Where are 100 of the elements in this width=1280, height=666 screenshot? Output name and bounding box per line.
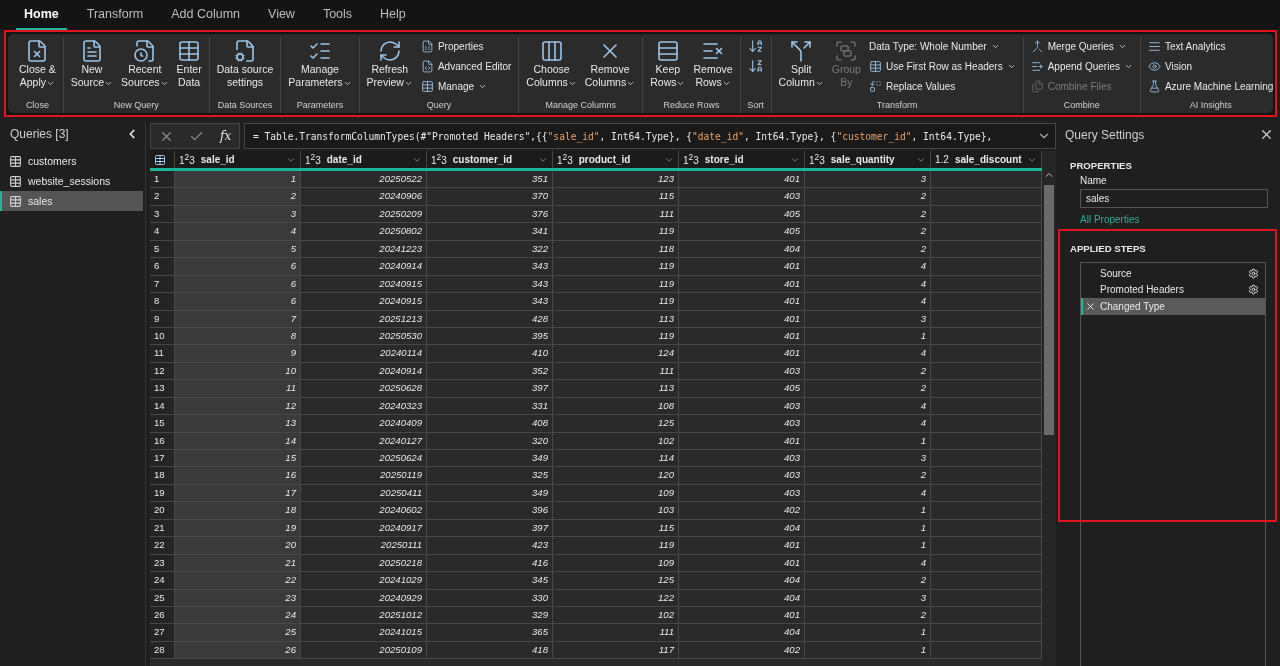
ribbon-button[interactable]: New Source [68, 37, 116, 91]
table-cell: 6 [175, 293, 301, 311]
ribbon-button[interactable]: Close & Apply [17, 37, 58, 91]
table-cell: 4 [805, 415, 931, 433]
ribbon-tab[interactable]: Add Column [163, 0, 249, 30]
ribbon-button[interactable]: Recent Sources [119, 37, 171, 91]
query-item[interactable]: customers [0, 151, 143, 171]
ribbon-button[interactable]: Merge Queries [1028, 37, 1135, 55]
fx-label[interactable]: fx [220, 129, 232, 143]
ribbon-button[interactable]: Manage [418, 77, 514, 95]
column-header[interactable]: 1$^{2}$3 sale_quantity [805, 151, 931, 168]
ribbon-button[interactable]: Advanced Editor [418, 57, 514, 75]
ribbon-button[interactable]: Text Analytics [1145, 37, 1276, 55]
table-cell: 4 [805, 345, 931, 363]
ribbon-button[interactable]: Azure Machine Learning [1145, 77, 1276, 95]
replace-icon [868, 79, 882, 93]
group-icon [834, 39, 859, 63]
row-number: 1 [150, 171, 175, 189]
table-icon [9, 174, 22, 188]
ribbon-button[interactable]: Vision [1145, 57, 1276, 75]
table-cell: 1 [175, 171, 301, 189]
group-label: Manage Columns [545, 100, 617, 112]
table-cell: 408 [427, 415, 553, 433]
applied-step[interactable]: Promoted Headers [1081, 281, 1265, 298]
table-cell: 25 [175, 624, 301, 642]
all-properties-link[interactable]: All Properties [1062, 208, 1280, 229]
table-cell: 125 [553, 415, 679, 433]
table-menu-icon[interactable] [150, 151, 175, 168]
table-cell: 402 [679, 502, 805, 520]
column-header[interactable]: 1$^{2}$3 product_id [553, 151, 679, 168]
table-cell: 103 [553, 502, 679, 520]
ribbon-tab[interactable]: View [260, 0, 303, 30]
row-number: 20 [150, 502, 175, 520]
column-header[interactable]: 1$^{2}$3 store_id [679, 151, 805, 168]
row-number: 8 [150, 293, 175, 311]
row-number: 13 [150, 380, 175, 398]
column-header[interactable]: 1.2 sale_discount [931, 151, 1042, 168]
flask-icon [1147, 79, 1161, 93]
rows-icon [655, 39, 680, 63]
name-field[interactable]: sales [1080, 189, 1268, 208]
ribbon-button[interactable]: Append Queries [1028, 57, 1135, 75]
ribbon-button[interactable]: Data source settings [214, 37, 276, 91]
table-cell: 397 [427, 380, 553, 398]
close-icon[interactable] [1259, 127, 1274, 142]
query-item[interactable]: sales [0, 191, 143, 211]
scrollbar[interactable] [1042, 151, 1056, 666]
ribbon-button[interactable]: Split Column [776, 37, 826, 91]
group-label: Data Sources [217, 100, 273, 112]
table-cell: 20240114 [301, 345, 427, 363]
ribbon-tab[interactable]: Help [372, 0, 414, 30]
table-cell: 343 [427, 258, 553, 276]
gear-icon[interactable] [1248, 267, 1259, 279]
row-number: 6 [150, 258, 175, 276]
applied-step[interactable]: Source [1081, 265, 1265, 282]
applied-step[interactable]: Changed Type [1081, 298, 1265, 315]
column-header[interactable]: 1$^{2}$3 date_id [301, 151, 427, 168]
ribbon-button[interactable]: Data Type: Whole Number [866, 37, 1018, 55]
table-cell: 111 [553, 624, 679, 642]
table-cell: 120 [553, 467, 679, 485]
row-number: 4 [150, 223, 175, 241]
panel-title: Query Settings [1065, 127, 1145, 142]
ribbon-tab[interactable]: Tools [314, 0, 361, 30]
group-label: Parameters [296, 100, 344, 112]
table-cell: 18 [175, 502, 301, 520]
gear-icon[interactable] [1248, 284, 1259, 296]
table-cell: 119 [553, 293, 679, 311]
ribbon-button[interactable]: Use First Row as Headers [866, 57, 1018, 75]
table-cell: 351 [427, 171, 553, 189]
section-heading: APPLIED STEPS [1069, 242, 1147, 256]
table-icon [9, 194, 22, 208]
ribbon-button[interactable]: Remove Rows [691, 37, 735, 91]
section-heading: PROPERTIES [1069, 159, 1133, 173]
delete-icon[interactable] [1085, 300, 1096, 312]
table-icon [177, 39, 202, 63]
table-cell: 345 [427, 572, 553, 590]
table-cell: 119 [553, 223, 679, 241]
table-cell: 124 [553, 345, 679, 363]
ribbon-button[interactable]: Remove Columns [582, 37, 638, 91]
ribbon-button[interactable]: Choose Columns [524, 37, 579, 91]
ribbon-button[interactable]: Keep Rows [648, 37, 688, 91]
ribbon-button[interactable]: Enter Data [174, 37, 204, 91]
ribbon-button[interactable]: Refresh Preview [364, 37, 415, 91]
table-cell: 1 [805, 502, 931, 520]
table-cell: 403 [679, 415, 805, 433]
column-header[interactable]: 1$^{2}$3 sale_id [175, 151, 301, 168]
table-cell: 1 [805, 624, 931, 642]
formula-field[interactable]: = Table.TransformColumnTypes(#"Promoted Headers",{{"sale_id", Int64.Type}, {"date_id", Int64.Type}, {"customer_id", Int64.Type}, [244, 123, 1056, 149]
ribbon-button[interactable]: Manage Parameters [286, 37, 354, 91]
row-number: 18 [150, 467, 175, 485]
ribbon-tab[interactable]: Transform [78, 0, 152, 30]
row-number: 15 [150, 415, 175, 433]
table-cell: 13 [175, 415, 301, 433]
column-header[interactable]: 1$^{2}$3 customer_id [427, 151, 553, 168]
query-item[interactable]: website_sessions [0, 171, 143, 191]
table-cell: 16 [175, 467, 301, 485]
code-document-icon [420, 59, 434, 73]
table-cell: 2 [175, 188, 301, 206]
ribbon-button[interactable]: Replace Values [866, 77, 1018, 95]
sort-descending-icon [747, 58, 764, 74]
ribbon-button[interactable]: Properties [418, 37, 514, 55]
